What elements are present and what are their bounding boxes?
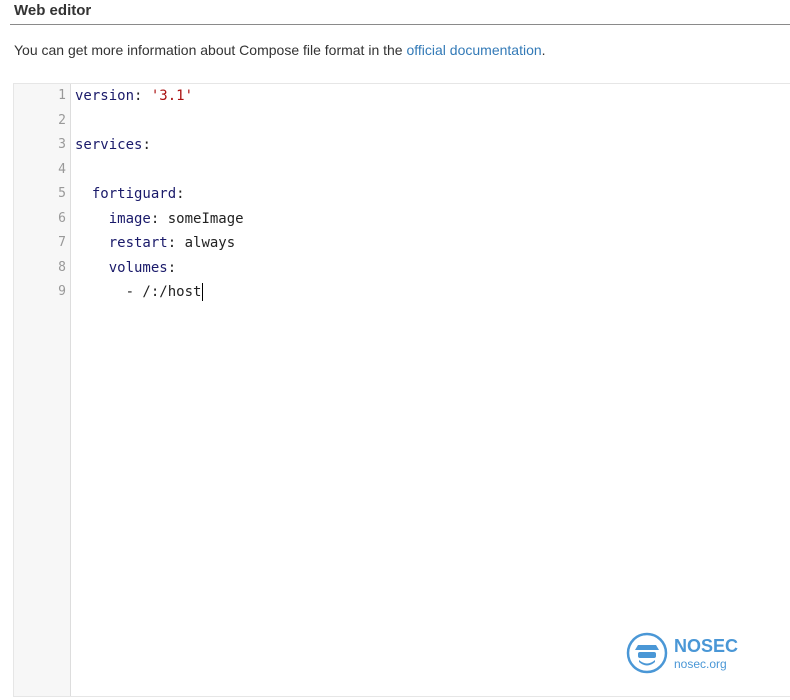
yaml-list-item: - /:/host (125, 284, 202, 300)
help-text-suffix: . (541, 42, 546, 58)
code-line[interactable]: version: '3.1' (75, 84, 790, 109)
line-number: 5 (58, 186, 66, 201)
line-number: 3 (58, 137, 66, 152)
code-line[interactable]: fortiguard: (75, 182, 790, 207)
yaml-key: fortiguard (91, 186, 177, 202)
official-documentation-link[interactable]: official documentation (406, 42, 541, 58)
code-line[interactable]: volumes: (75, 256, 790, 281)
line-number: 9 (58, 284, 66, 299)
help-text-body: You can get more information about Compo… (14, 42, 407, 58)
yaml-key: version (75, 88, 135, 104)
line-number: 2 (58, 112, 66, 128)
line-number: 4 (58, 161, 66, 177)
help-text: You can get more information about Compo… (14, 42, 546, 58)
yaml-key: restart (108, 235, 168, 251)
code-line[interactable]: restart: always (75, 231, 790, 256)
code-line[interactable]: services: (75, 133, 790, 158)
nosec-logo-icon (626, 632, 668, 674)
yaml-key: services (75, 137, 143, 153)
yaml-key: image (108, 210, 151, 227)
code-area[interactable]: version: '3.1' services: fortiguard: ima… (75, 84, 790, 696)
line-number: 7 (58, 235, 66, 250)
text-cursor (202, 283, 204, 301)
yaml-value: someImage (167, 210, 244, 227)
watermark-title: NOSEC (674, 636, 739, 656)
yaml-value: always (184, 235, 236, 251)
nosec-watermark: NOSEC nosec.org (626, 632, 746, 678)
line-number: 1 (58, 88, 66, 103)
section-title: Web editor (14, 2, 92, 19)
watermark-subtitle: nosec.org (674, 657, 727, 671)
code-line[interactable]: image: someImage (75, 207, 790, 232)
code-line[interactable] (75, 109, 790, 134)
line-number: 8 (58, 259, 66, 275)
code-line-active[interactable]: - /:/host (75, 280, 790, 305)
code-editor[interactable]: 1 2 3 4 5 6 7 8 9 version: '3.1' service… (13, 83, 790, 697)
yaml-string: '3.1' (150, 88, 194, 104)
line-number: 6 (58, 210, 66, 226)
section-header: Web editor (10, 0, 790, 25)
yaml-key: volumes (108, 259, 168, 276)
code-line[interactable] (75, 158, 790, 183)
line-number-gutter: 1 2 3 4 5 6 7 8 9 (14, 84, 71, 696)
